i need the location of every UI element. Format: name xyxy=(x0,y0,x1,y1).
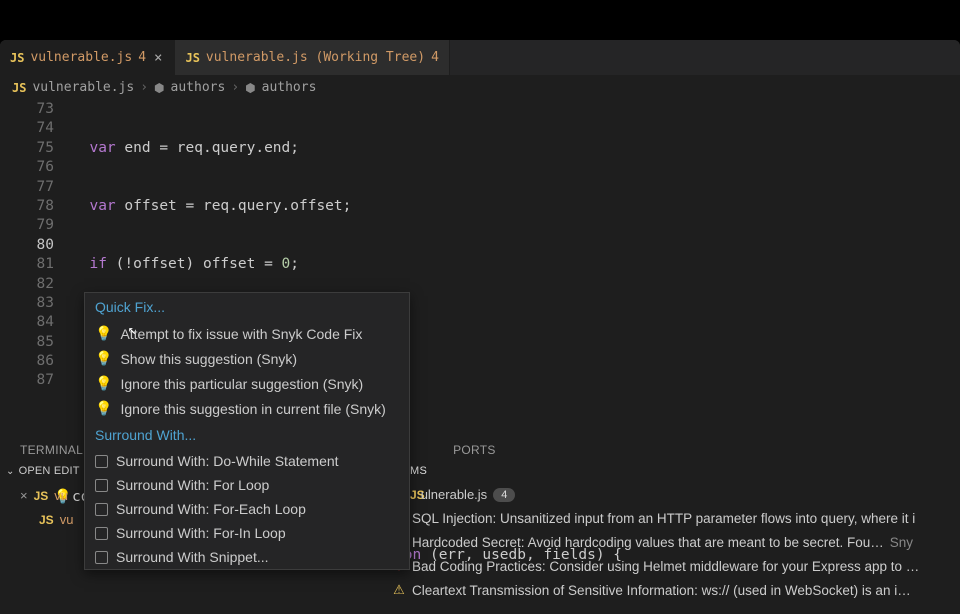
line-gutter: 73 74 75 76 77 78 79 80 81 82 83 84 85 8… xyxy=(0,100,72,614)
surround-snippet[interactable]: Surround With Snippet... xyxy=(85,545,409,569)
close-icon[interactable]: × xyxy=(20,488,28,503)
quick-fix-snyk-autofix[interactable]: 💡Attempt to fix issue with Snyk Code Fix xyxy=(85,321,409,346)
warning-icon: ⚠ xyxy=(392,582,406,598)
js-file-icon: JS xyxy=(34,489,49,503)
problem-row[interactable]: ⊘ SQL Injection: Unsanitized input from … xyxy=(392,510,960,526)
chevron-down-icon: ⌄ xyxy=(6,466,15,477)
quick-fix-menu: Quick Fix... 💡Attempt to fix issue with … xyxy=(84,292,410,570)
js-file-icon: JS xyxy=(12,81,26,95)
tab-terminal[interactable]: TERMINAL xyxy=(20,443,83,457)
close-icon[interactable]: × xyxy=(152,50,164,66)
breadcrumb-file: vulnerable.js xyxy=(32,80,134,95)
tab-ports[interactable]: PORTS xyxy=(453,443,496,457)
js-file-icon: JS xyxy=(185,51,199,65)
chevron-right-icon: › xyxy=(140,80,148,95)
symbol-icon: ⬢ xyxy=(245,81,255,95)
quick-fix-ignore-in-file[interactable]: 💡Ignore this suggestion in current file … xyxy=(85,396,409,421)
surround-do-while[interactable]: Surround With: Do-While Statement xyxy=(85,449,409,473)
checkbox-icon xyxy=(95,455,108,468)
lightbulb-icon: 💡 xyxy=(95,350,112,367)
problem-file-row[interactable]: JS ulnerable.js 4 xyxy=(410,487,515,502)
problem-row[interactable]: ⚠ Cleartext Transmission of Sensitive In… xyxy=(392,582,960,598)
problem-row[interactable]: ⊘ Bad Coding Practices: Consider using H… xyxy=(392,558,960,574)
breadcrumb[interactable]: JS vulnerable.js › ⬢ authors › ⬢ authors xyxy=(0,75,960,100)
breadcrumb-symbol: authors xyxy=(262,80,317,95)
quick-fix-ignore-suggestion[interactable]: 💡Ignore this particular suggestion (Snyk… xyxy=(85,371,409,396)
tab-label: vulnerable.js (Working Tree) xyxy=(206,50,425,65)
surround-for-in[interactable]: Surround With: For-In Loop xyxy=(85,521,409,545)
lightbulb-icon: 💡 xyxy=(95,375,112,392)
problem-count-badge: 4 xyxy=(493,488,515,502)
breadcrumb-symbol: authors xyxy=(171,80,226,95)
tab-vulnerable-js[interactable]: JS vulnerable.js 4 × xyxy=(0,40,175,75)
js-file-icon: JS xyxy=(39,513,54,527)
tab-bar: JS vulnerable.js 4 × JS vulnerable.js (W… xyxy=(0,40,960,75)
chevron-right-icon: › xyxy=(231,80,239,95)
tab-label: vulnerable.js xyxy=(30,50,132,65)
checkbox-icon xyxy=(95,503,108,516)
problem-row[interactable]: ⊘ Hardcoded Secret: Avoid hardcoding val… xyxy=(392,534,960,550)
js-file-icon: JS xyxy=(10,51,24,65)
checkbox-icon xyxy=(95,551,108,564)
tab-problem-badge: 4 xyxy=(138,50,146,65)
tab-problem-badge: 4 xyxy=(431,50,439,65)
symbol-icon: ⬢ xyxy=(154,81,164,95)
open-editor-item[interactable]: JS vu xyxy=(20,512,73,527)
checkbox-icon xyxy=(95,479,108,492)
tab-vulnerable-js-working-tree[interactable]: JS vulnerable.js (Working Tree) 4 xyxy=(175,40,449,75)
surround-with-heading: Surround With... xyxy=(85,421,409,449)
open-editor-item[interactable]: × JS vu xyxy=(20,488,68,503)
lightbulb-icon: 💡 xyxy=(95,400,112,417)
problems-heading: MS xyxy=(410,465,427,477)
surround-for-each[interactable]: Surround With: For-Each Loop xyxy=(85,497,409,521)
quick-fix-show-suggestion[interactable]: 💡Show this suggestion (Snyk) xyxy=(85,346,409,371)
checkbox-icon xyxy=(95,527,108,540)
lightbulb-icon: 💡 xyxy=(95,325,112,342)
quick-fix-heading: Quick Fix... xyxy=(85,293,409,321)
open-editors-heading[interactable]: ⌄ OPEN EDIT xyxy=(0,465,85,477)
surround-for-loop[interactable]: Surround With: For Loop xyxy=(85,473,409,497)
